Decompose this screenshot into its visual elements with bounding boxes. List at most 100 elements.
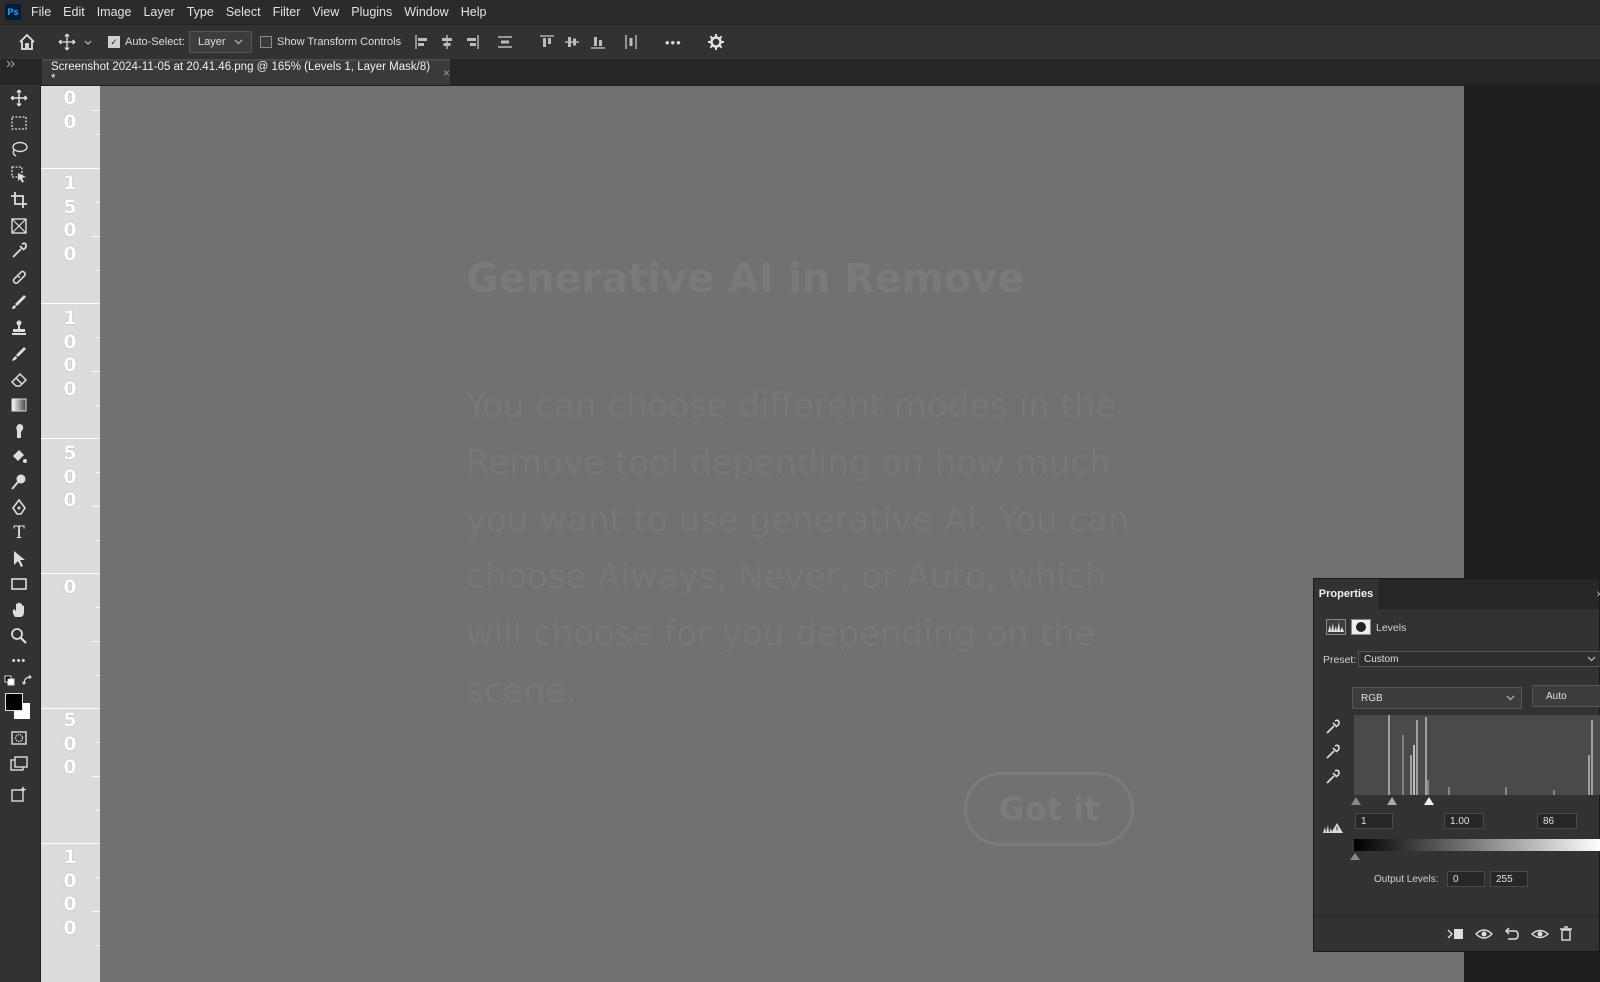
input-white-value: 86 bbox=[1543, 815, 1555, 827]
distribute-horizontal-icon[interactable] bbox=[622, 33, 640, 51]
close-icon[interactable]: × bbox=[1596, 587, 1600, 601]
screen-mode-icon[interactable] bbox=[9, 754, 29, 774]
smudge-icon[interactable] bbox=[9, 421, 29, 441]
input-white-field[interactable]: 86 bbox=[1537, 813, 1577, 829]
show-transform-control[interactable]: Show Transform Controls bbox=[260, 25, 401, 59]
input-gamma-value: 1.00 bbox=[1450, 815, 1470, 827]
input-black-slider[interactable] bbox=[1351, 797, 1361, 805]
auto-select-target-dropdown[interactable]: Layer bbox=[189, 31, 252, 53]
hand-icon[interactable] bbox=[9, 600, 29, 620]
ruler-label: 0 0 bbox=[63, 87, 77, 133]
menu-layer[interactable]: Layer bbox=[143, 5, 182, 19]
align-right-icon[interactable] bbox=[463, 33, 481, 51]
channel-dropdown[interactable]: RGB bbox=[1352, 687, 1522, 709]
trash-icon[interactable] bbox=[1560, 926, 1572, 942]
auto-select-checkbox[interactable]: ✓ bbox=[108, 36, 120, 48]
output-white-field[interactable]: 255 bbox=[1490, 871, 1528, 887]
menu-filter[interactable]: Filter bbox=[273, 5, 309, 19]
move-tool-preset-icon[interactable] bbox=[58, 33, 76, 51]
path-selection-icon[interactable] bbox=[9, 549, 29, 569]
document-tab-bar: Screenshot 2024-11-05 at 20.41.46.png @ … bbox=[0, 59, 1600, 85]
menu-image[interactable]: Image bbox=[97, 5, 140, 19]
distribute-vertical-icon[interactable] bbox=[496, 33, 514, 51]
output-black-slider[interactable] bbox=[1350, 853, 1360, 860]
clone-stamp-icon[interactable] bbox=[9, 318, 29, 338]
auto-button[interactable]: Auto bbox=[1532, 685, 1600, 707]
more-options-icon[interactable]: ••• bbox=[665, 25, 682, 59]
history-brush-icon[interactable] bbox=[9, 344, 29, 364]
gray-point-eyedropper-icon[interactable] bbox=[1324, 744, 1340, 760]
rectangular-marquee-icon[interactable] bbox=[9, 113, 29, 133]
quick-mask-icon[interactable] bbox=[9, 728, 29, 748]
default-colors-icon[interactable] bbox=[4, 675, 16, 687]
align-vertical-center-icon[interactable] bbox=[563, 33, 581, 51]
edit-toolbar-icon[interactable]: ••• bbox=[9, 651, 29, 671]
clip-to-layer-icon[interactable] bbox=[1446, 926, 1464, 942]
brush-icon[interactable] bbox=[9, 292, 29, 312]
preset-label: Preset: bbox=[1323, 654, 1357, 666]
show-transform-checkbox[interactable] bbox=[260, 36, 272, 48]
rectangle-shape-icon[interactable] bbox=[9, 574, 29, 594]
menu-view[interactable]: View bbox=[312, 5, 347, 19]
menu-file[interactable]: File bbox=[31, 5, 59, 19]
document-tab-title: Screenshot 2024-11-05 at 20.41.46.png @ … bbox=[51, 61, 431, 85]
menu-type[interactable]: Type bbox=[187, 5, 222, 19]
spot-healing-icon[interactable] bbox=[9, 267, 29, 287]
canvas-dialog-title: Generative AI in Remove bbox=[466, 256, 1025, 302]
type-tool-icon[interactable]: T bbox=[9, 523, 29, 543]
levels-adjustment-icon[interactable] bbox=[1326, 619, 1346, 635]
gradient-icon[interactable] bbox=[9, 395, 29, 415]
ruler-label: 1 5 0 0 bbox=[63, 172, 77, 265]
crop-icon[interactable] bbox=[9, 190, 29, 210]
properties-tab[interactable]: Properties bbox=[1314, 579, 1378, 609]
move-tool-icon[interactable] bbox=[9, 88, 29, 108]
frame-icon[interactable] bbox=[9, 216, 29, 236]
home-icon[interactable] bbox=[18, 33, 36, 51]
vertical-ruler[interactable]: 0 0 1 5 0 0 1 0 0 0 5 0 0 0 5 0 0 1 0 0 … bbox=[41, 86, 100, 982]
menu-edit[interactable]: Edit bbox=[63, 5, 93, 19]
eraser-icon[interactable] bbox=[9, 369, 29, 389]
reset-icon[interactable] bbox=[1503, 926, 1521, 942]
eyedropper-icon[interactable] bbox=[9, 241, 29, 261]
lasso-icon[interactable] bbox=[9, 139, 29, 159]
generative-fill-icon[interactable] bbox=[9, 784, 29, 804]
zoom-icon[interactable] bbox=[9, 626, 29, 646]
view-previous-state-icon[interactable] bbox=[1475, 926, 1493, 942]
align-top-icon[interactable] bbox=[538, 33, 556, 51]
object-selection-icon[interactable] bbox=[9, 164, 29, 184]
output-black-value: 0 bbox=[1453, 873, 1459, 885]
histogram-graph bbox=[1388, 715, 1593, 795]
input-white-slider[interactable] bbox=[1424, 797, 1434, 805]
gear-icon[interactable] bbox=[707, 33, 725, 51]
align-left-icon[interactable] bbox=[413, 33, 431, 51]
chevron-down-icon[interactable] bbox=[83, 33, 93, 51]
auto-select-control[interactable]: ✓ Auto-Select: bbox=[108, 25, 185, 59]
eye-icon[interactable] bbox=[1531, 926, 1549, 942]
pen-icon[interactable] bbox=[9, 498, 29, 518]
output-black-field[interactable]: 0 bbox=[1447, 871, 1485, 887]
output-levels-label: Output Levels: bbox=[1374, 874, 1439, 885]
menu-help[interactable]: Help bbox=[461, 5, 495, 19]
foreground-color-swatch[interactable] bbox=[5, 693, 23, 711]
black-point-eyedropper-icon[interactable] bbox=[1324, 719, 1340, 735]
menu-plugins[interactable]: Plugins bbox=[351, 5, 400, 19]
menu-select[interactable]: Select bbox=[226, 5, 269, 19]
align-bottom-icon[interactable] bbox=[589, 33, 607, 51]
paint-bucket-icon[interactable] bbox=[9, 446, 29, 466]
preset-dropdown[interactable]: Custom bbox=[1358, 651, 1600, 667]
input-black-field[interactable]: 1 bbox=[1355, 813, 1393, 829]
input-gamma-slider[interactable] bbox=[1387, 797, 1397, 805]
swap-colors-icon[interactable] bbox=[22, 675, 34, 687]
white-point-eyedropper-icon[interactable] bbox=[1324, 769, 1340, 785]
clipping-warning-icon[interactable] bbox=[1322, 822, 1344, 834]
document-canvas[interactable]: Generative AI in Remove You can choose d… bbox=[100, 86, 1464, 982]
menu-window[interactable]: Window bbox=[404, 5, 456, 19]
layer-mask-icon[interactable] bbox=[1351, 619, 1371, 635]
close-icon[interactable]: × bbox=[443, 66, 450, 80]
dodge-icon[interactable] bbox=[9, 472, 29, 492]
document-tab[interactable]: Screenshot 2024-11-05 at 20.41.46.png @ … bbox=[42, 59, 450, 85]
expand-panel-icon[interactable] bbox=[5, 59, 17, 69]
input-gamma-field[interactable]: 1.00 bbox=[1444, 813, 1484, 829]
align-horizontal-center-icon[interactable] bbox=[438, 33, 456, 51]
output-levels-gradient bbox=[1354, 839, 1600, 851]
